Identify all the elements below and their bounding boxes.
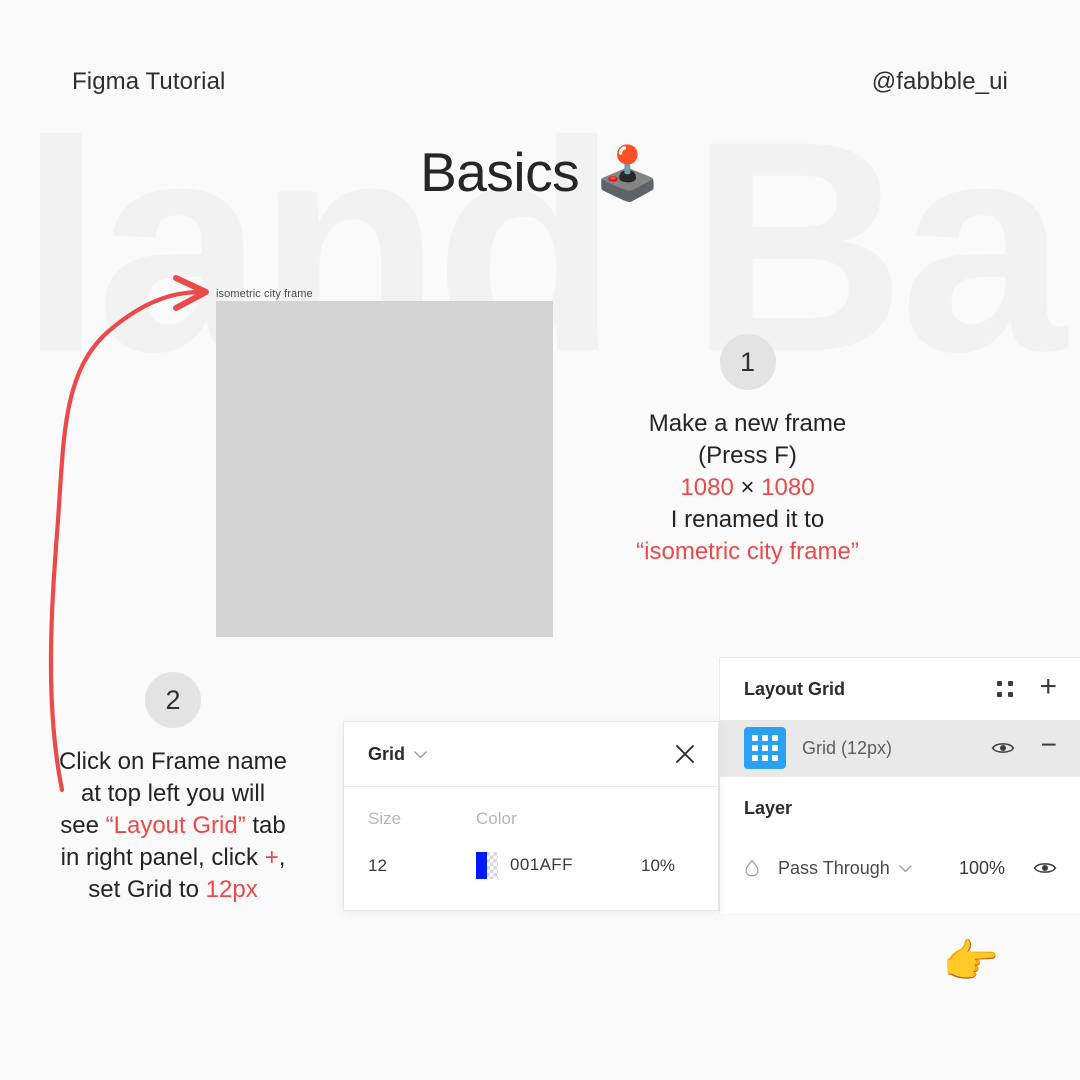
step-2-line-4: in right panel, click +, (28, 842, 318, 874)
minus-icon[interactable]: − (1041, 731, 1057, 759)
blend-mode-value[interactable]: Pass Through (778, 858, 890, 879)
right-inspector-panel: Layout Grid + Grid (12px) − Layer Pass T… (719, 657, 1080, 913)
frame-name-label[interactable]: isometric city frame (216, 288, 313, 300)
layout-grid-row[interactable]: Grid (12px) − (720, 720, 1080, 776)
step-1-line-4: I renamed it to (600, 504, 895, 536)
eye-icon[interactable] (1033, 860, 1057, 876)
chevron-down-icon[interactable] (414, 747, 427, 761)
size-label: Size (368, 809, 402, 828)
grid-popup-body: Size Color 12 001AFF 10% (344, 787, 718, 879)
pointing-hand-emoji: 👉 (942, 935, 1000, 987)
text-segment: 1080 (761, 474, 815, 501)
layout-grid-title: Layout Grid (744, 678, 846, 699)
layer-title: Layer (744, 797, 793, 818)
tutorial-label: Figma Tutorial (72, 68, 226, 95)
step-1-line-5: “isometric city frame” (600, 536, 895, 568)
size-value[interactable]: 12 (368, 856, 476, 876)
grid-popup-column-headers: Size Color (368, 809, 694, 829)
color-opacity-value[interactable]: 10% (641, 856, 675, 876)
step-1: 1 Make a new frame (Press F) 1080 × 1080 I … (600, 334, 895, 568)
text-segment: 1080 (680, 474, 734, 501)
step-2-text: Click on Frame name at top left you will s… (28, 746, 318, 906)
grid-popup-values: 12 001AFF 10% (368, 852, 694, 879)
step-1-line-2: (Press F) (600, 440, 895, 472)
text-segment: tab (245, 812, 286, 839)
layer-blend-row: Pass Through 100% (720, 839, 1080, 897)
close-icon[interactable] (672, 741, 698, 767)
four-dots-icon[interactable] (997, 681, 1014, 697)
joystick-emoji: 🕹️ (595, 145, 660, 203)
blend-mode-icon (744, 859, 760, 877)
layout-grid-row-actions: − (963, 731, 1057, 762)
step-2-line-5: set Grid to 12px (28, 874, 318, 906)
color-hex-value[interactable]: 001AFF (510, 855, 573, 874)
text-segment: , (278, 844, 286, 871)
text-segment: I renamed it to (670, 506, 825, 533)
text-segment: “isometric city frame” (636, 538, 859, 565)
layout-grid-header-actions: + (997, 672, 1057, 704)
chevron-down-icon[interactable] (899, 861, 912, 875)
eye-icon[interactable] (991, 740, 1015, 756)
step-1-line-1: Make a new frame (600, 408, 895, 440)
text-segment: in right panel, click (60, 844, 265, 871)
step-2-badge: 2 (145, 672, 201, 728)
grid-settings-popup[interactable]: Grid Size Color 12 001AFF 10% (343, 721, 719, 911)
text-segment: (Press F) (698, 442, 797, 469)
artboard-frame[interactable] (216, 301, 553, 637)
grid-popup-header: Grid (344, 722, 718, 787)
text-segment: + (264, 844, 279, 871)
text-segment: “Layout Grid” (105, 812, 246, 839)
plus-icon[interactable]: + (1039, 672, 1057, 702)
text-segment: at top left you will (80, 780, 266, 807)
layer-header: Layer (720, 777, 1080, 839)
step-2: 2 Click on Frame name at top left you wil… (28, 672, 318, 906)
step-1-text: Make a new frame (Press F) 1080 × 1080 I re… (600, 408, 895, 568)
text-segment: Click on Frame name (58, 748, 288, 775)
text-segment: × (733, 474, 762, 501)
step-2-line-3: see “Layout Grid” tab (28, 810, 318, 842)
step-1-line-3: 1080 × 1080 (600, 472, 895, 504)
grid-icon[interactable] (744, 727, 786, 769)
step-2-line-2: at top left you will (28, 778, 318, 810)
layout-grid-row-label[interactable]: Grid (12px) (802, 738, 892, 759)
color-swatch[interactable] (476, 852, 498, 879)
page-title-text: Basics (420, 141, 580, 203)
step-2-line-1: Click on Frame name (28, 746, 318, 778)
grid-popup-title: Grid (368, 743, 406, 764)
page-title: Basics 🕹️ (0, 140, 1080, 204)
color-value[interactable]: 001AFF (476, 852, 641, 879)
tutorial-slide: land Ba Figma Tutorial @fabbble_ui Basic… (0, 0, 1080, 1080)
color-label: Color (476, 809, 517, 828)
text-segment: 12px (205, 876, 258, 903)
text-segment: set Grid to (88, 876, 206, 903)
inspector-bottom-spacer (720, 897, 1080, 913)
text-segment: see (60, 812, 106, 839)
layout-grid-header: Layout Grid + (720, 658, 1080, 720)
author-handle: @fabbble_ui (871, 68, 1008, 95)
layer-opacity-value[interactable]: 100% (959, 858, 1005, 879)
text-segment: Make a new frame (648, 410, 847, 437)
step-1-badge: 1 (719, 334, 776, 390)
